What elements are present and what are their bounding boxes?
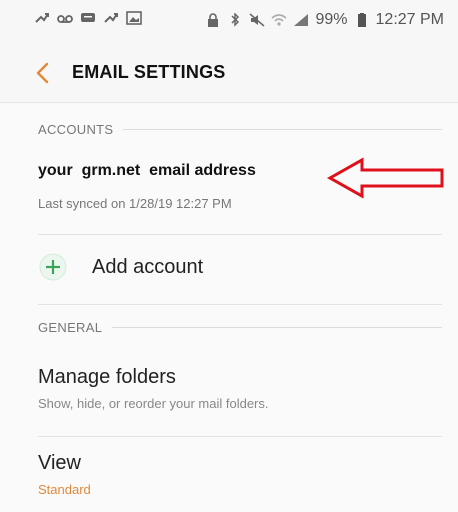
mute-icon xyxy=(249,13,265,27)
message-icon xyxy=(80,11,96,25)
status-bar: 99% 12:27 PM xyxy=(0,0,458,44)
add-account-item[interactable]: Add account xyxy=(0,236,458,298)
signal-icon xyxy=(293,13,309,27)
accounts-section-header: ACCOUNTS xyxy=(38,122,442,137)
voicemail-icon xyxy=(57,11,73,25)
image-icon xyxy=(126,11,142,25)
section-divider xyxy=(123,129,442,130)
status-bar-notifications xyxy=(34,11,142,25)
manage-folders-title: Manage folders xyxy=(38,366,176,388)
manage-folders-item[interactable]: Manage folders Show, hide, or reorder yo… xyxy=(0,360,458,430)
back-button[interactable] xyxy=(30,58,56,88)
row-divider xyxy=(38,234,442,235)
view-value: Standard xyxy=(38,482,91,497)
clock: 12:27 PM xyxy=(375,11,444,28)
status-bar-system: 99% 12:27 PM xyxy=(205,11,444,29)
account-sync-status: Last synced on 1/28/19 12:27 PM xyxy=(38,196,232,211)
chevron-left-icon xyxy=(36,62,49,84)
view-item[interactable]: View Standard xyxy=(0,446,458,506)
lock-icon xyxy=(205,13,221,27)
wifi-icon xyxy=(271,13,288,27)
page-title: EMAIL SETTINGS xyxy=(72,62,226,82)
general-section-header: GENERAL xyxy=(38,320,442,335)
section-divider xyxy=(112,327,442,328)
missed-call-icon xyxy=(34,11,50,25)
battery-percent: 99% xyxy=(315,11,348,28)
plus-icon xyxy=(38,252,68,282)
app-bar: EMAIL SETTINGS xyxy=(0,44,458,103)
row-divider xyxy=(38,304,442,305)
view-title: View xyxy=(38,452,81,474)
accounts-header-label: ACCOUNTS xyxy=(38,122,114,137)
general-header-label: GENERAL xyxy=(38,320,103,335)
add-account-label: Add account xyxy=(92,256,204,278)
missed-call-icon xyxy=(103,11,119,25)
annotation-arrow-icon xyxy=(326,156,446,200)
manage-folders-subtitle: Show, hide, or reorder your mail folders… xyxy=(38,396,269,411)
battery-icon xyxy=(354,13,370,27)
bluetooth-icon xyxy=(227,13,243,27)
row-divider xyxy=(38,436,442,437)
account-email: your grm.net email address xyxy=(38,162,256,179)
